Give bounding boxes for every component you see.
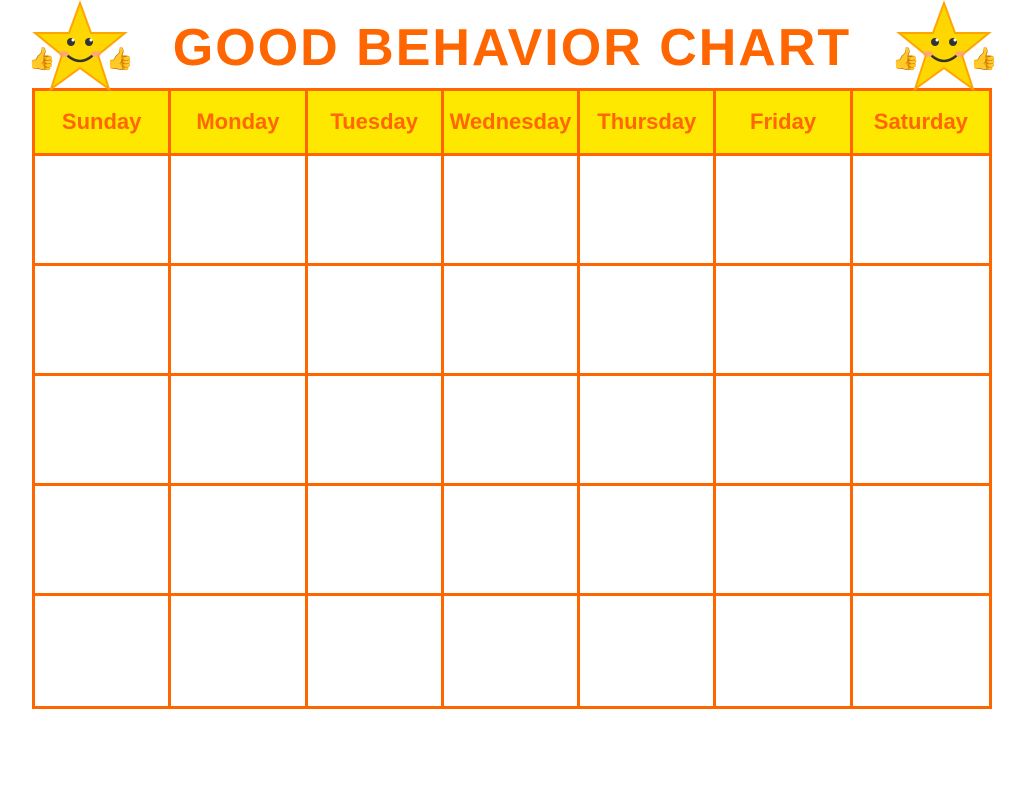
cell-r4-fri[interactable] [716,486,852,593]
table-row [35,266,989,376]
cell-r4-sun[interactable] [35,486,171,593]
header-saturday: Saturday [853,91,989,153]
table-row [35,486,989,596]
cell-r3-sat[interactable] [853,376,989,483]
table-row [35,156,989,266]
cell-r3-fri[interactable] [716,376,852,483]
svg-text:👍: 👍 [970,46,994,71]
cell-r1-fri[interactable] [716,156,852,263]
svg-text:👍: 👍 [894,46,919,71]
cell-r3-wed[interactable] [444,376,580,483]
cell-r1-thu[interactable] [580,156,716,263]
cell-r1-mon[interactable] [171,156,307,263]
cell-r1-wed[interactable] [444,156,580,263]
header-wednesday: Wednesday [444,91,580,153]
cell-r2-fri[interactable] [716,266,852,373]
cell-r3-mon[interactable] [171,376,307,483]
behavior-chart: Sunday Monday Tuesday Wednesday Thursday… [32,88,992,709]
svg-text:👍: 👍 [106,46,130,71]
table-row [35,596,989,706]
cell-r4-sat[interactable] [853,486,989,593]
table-row [35,376,989,486]
cell-r5-tue[interactable] [308,596,444,706]
cell-r3-sun[interactable] [35,376,171,483]
cell-r5-sun[interactable] [35,596,171,706]
header-sunday: Sunday [35,91,171,153]
star-icon-left: 👍 👍 [30,0,130,98]
cell-r4-tue[interactable] [308,486,444,593]
cell-r2-thu[interactable] [580,266,716,373]
cell-r5-fri[interactable] [716,596,852,706]
cell-r4-thu[interactable] [580,486,716,593]
page-header: 👍 👍 GOOD BEHAVIOR CHART 👍 [0,0,1024,88]
cell-r4-mon[interactable] [171,486,307,593]
cell-r5-thu[interactable] [580,596,716,706]
cell-r3-thu[interactable] [580,376,716,483]
day-header-row: Sunday Monday Tuesday Wednesday Thursday… [35,91,989,156]
cell-r5-sat[interactable] [853,596,989,706]
page-title: GOOD BEHAVIOR CHART [30,18,994,78]
header-friday: Friday [716,91,852,153]
cell-r1-sat[interactable] [853,156,989,263]
chart-body [35,156,989,706]
cell-r2-sat[interactable] [853,266,989,373]
cell-r5-mon[interactable] [171,596,307,706]
cell-r2-mon[interactable] [171,266,307,373]
cell-r1-tue[interactable] [308,156,444,263]
svg-text:👍: 👍 [30,46,55,71]
cell-r2-tue[interactable] [308,266,444,373]
header-monday: Monday [171,91,307,153]
cell-r5-wed[interactable] [444,596,580,706]
header-tuesday: Tuesday [308,91,444,153]
header-thursday: Thursday [580,91,716,153]
cell-r2-sun[interactable] [35,266,171,373]
cell-r1-sun[interactable] [35,156,171,263]
cell-r2-wed[interactable] [444,266,580,373]
cell-r4-wed[interactable] [444,486,580,593]
star-icon-right: 👍 👍 [894,0,994,98]
cell-r3-tue[interactable] [308,376,444,483]
